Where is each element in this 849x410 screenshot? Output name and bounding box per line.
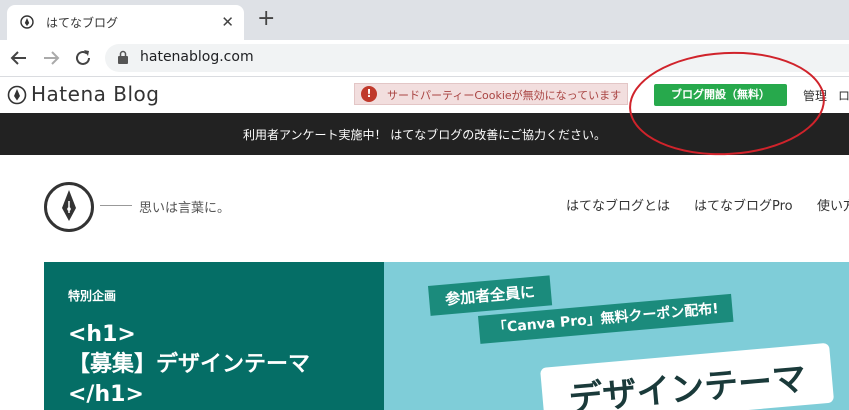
hero-banner-image[interactable]: 参加者全員に 「Canva Pro」無料クーポン配布! デザインテーマ [384, 262, 849, 410]
hero-tag: 特別企画 [68, 289, 117, 303]
new-tab-icon[interactable]: + [257, 8, 275, 30]
hatena-logo-icon[interactable] [7, 85, 27, 105]
browser-tab[interactable]: はてなブログ ✕ [7, 5, 244, 40]
tagline-divider [100, 205, 132, 206]
tab-close-icon[interactable]: ✕ [221, 13, 234, 31]
browser-tab-strip: はてなブログ ✕ + [0, 0, 849, 40]
banner-title-card: デザインテーマ [540, 342, 835, 410]
cookie-warning-banner: ! サードパーティーCookieが無効になっています [354, 83, 628, 105]
tab-title: はてなブログ [46, 16, 119, 30]
header-extra-link[interactable]: ロ [838, 87, 849, 104]
nav-about[interactable]: はてなブログとは [566, 195, 670, 214]
site-tagline: 思いは言葉に。 [139, 201, 231, 216]
warning-icon: ! [361, 86, 377, 102]
hatena-favicon-icon [20, 15, 34, 29]
hatena-pen-logo-icon[interactable] [43, 181, 95, 233]
hero-feature-panel[interactable]: 特別企画 <h1> 【募集】デザインテーマ </h1> [44, 262, 384, 410]
back-arrow-icon[interactable] [7, 46, 31, 70]
cookie-warning-text: サードパーティーCookieが無効になっています [387, 89, 622, 102]
reload-icon[interactable] [71, 46, 95, 70]
lock-icon [118, 50, 128, 64]
nav-howto[interactable]: 使い方 [817, 195, 849, 214]
banner-ribbon-participants: 参加者全員に [428, 275, 553, 316]
forward-arrow-icon[interactable] [39, 46, 63, 70]
banner-title-text: デザインテーマ [567, 358, 808, 410]
nav-pro[interactable]: はてなブログPro [694, 195, 793, 214]
url-text: hatenablog.com [140, 49, 254, 65]
hatena-blog-logo-text[interactable]: Hatena Blog [31, 82, 159, 106]
hero-title[interactable]: <h1> 【募集】デザインテーマ </h1> [68, 320, 310, 410]
